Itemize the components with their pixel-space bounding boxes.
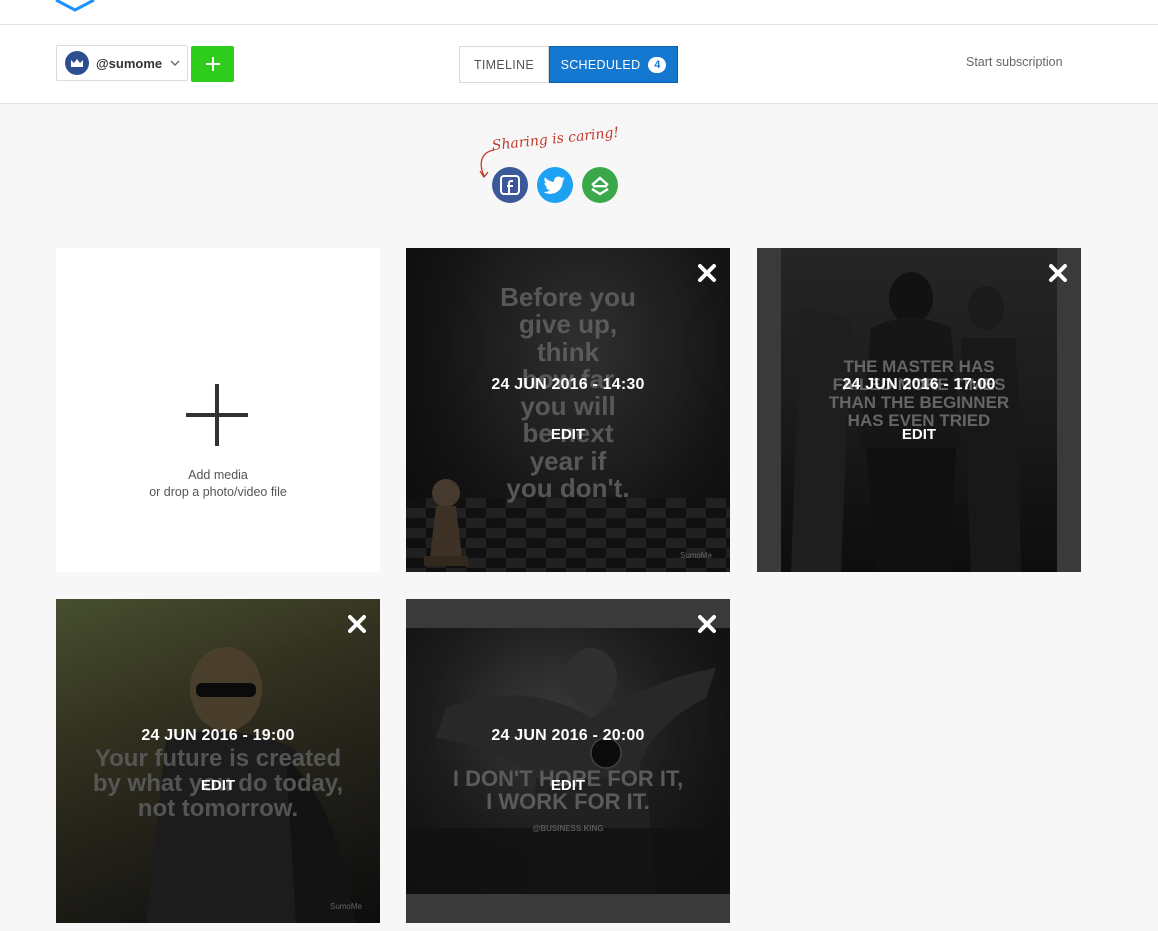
- scheduled-post[interactable]: THE MASTER HAS FAILED MORE TIMES THAN THE …: [757, 248, 1081, 572]
- add-media-subtitle: or drop a photo/video file: [149, 485, 287, 499]
- add-post-button[interactable]: [191, 46, 234, 82]
- scheduled-post[interactable]: Before you give up, think how far you will be…: [406, 248, 730, 572]
- sumome-share-icon: [591, 176, 609, 196]
- start-subscription-link[interactable]: Start subscription: [966, 55, 1063, 69]
- close-icon[interactable]: [347, 614, 367, 634]
- edit-post-button[interactable]: EDIT: [757, 426, 1081, 443]
- scheduled-post[interactable]: Your future is created by what you do tod…: [56, 599, 380, 923]
- toolbar: @sumome TIMELINE SCHEDULED 4 Start subsc…: [0, 25, 1158, 104]
- scheduled-post[interactable]: I DON'T HOPE FOR IT, I WORK FOR IT. @BUSI…: [406, 599, 730, 923]
- post-overlay: [757, 248, 1081, 572]
- account-selector[interactable]: @sumome: [56, 45, 188, 81]
- post-overlay: [406, 599, 730, 923]
- sumome-share-button[interactable]: [582, 167, 618, 203]
- top-bar: [0, 0, 1158, 25]
- tab-timeline-label: TIMELINE: [473, 57, 535, 72]
- twitter-share-button[interactable]: [537, 167, 573, 203]
- scheduled-count-badge: 4: [648, 56, 667, 73]
- crown-icon: [71, 59, 83, 67]
- edit-post-button[interactable]: EDIT: [56, 777, 380, 794]
- logo-icon[interactable]: [52, 0, 98, 12]
- close-icon[interactable]: [1048, 263, 1068, 283]
- tab-scheduled[interactable]: SCHEDULED 4: [549, 46, 678, 83]
- post-date: 24 JUN 2016 - 14:30: [491, 376, 645, 393]
- add-media-tile[interactable]: Add media or drop a photo/video file: [56, 248, 380, 572]
- edit-post-button[interactable]: EDIT: [406, 777, 730, 794]
- close-icon[interactable]: [697, 614, 717, 634]
- post-date: 24 JUN 2016 - 17:00: [842, 376, 996, 393]
- plus-icon: [205, 57, 220, 71]
- account-handle: @sumome: [96, 55, 163, 71]
- tab-scheduled-label: SCHEDULED: [560, 57, 641, 72]
- edit-post-button[interactable]: EDIT: [406, 426, 730, 443]
- add-media-title: Add media: [188, 468, 248, 482]
- post-date: 24 JUN 2016 - 20:00: [491, 727, 645, 744]
- avatar: [65, 51, 89, 75]
- facebook-icon: [500, 175, 520, 195]
- post-date: 24 JUN 2016 - 19:00: [141, 727, 295, 744]
- tab-timeline[interactable]: TIMELINE: [459, 46, 549, 83]
- plus-icon: [186, 384, 248, 446]
- close-icon[interactable]: [697, 263, 717, 283]
- share-tagline: Sharing is caring!: [491, 124, 620, 154]
- post-overlay: [406, 248, 730, 572]
- share-area: Sharing is caring!: [476, 125, 636, 210]
- facebook-share-button[interactable]: [492, 167, 528, 203]
- chevron-down-icon: [170, 60, 180, 66]
- post-overlay: [56, 599, 380, 923]
- twitter-icon: [544, 176, 565, 194]
- view-tabs: TIMELINE SCHEDULED 4: [459, 46, 678, 83]
